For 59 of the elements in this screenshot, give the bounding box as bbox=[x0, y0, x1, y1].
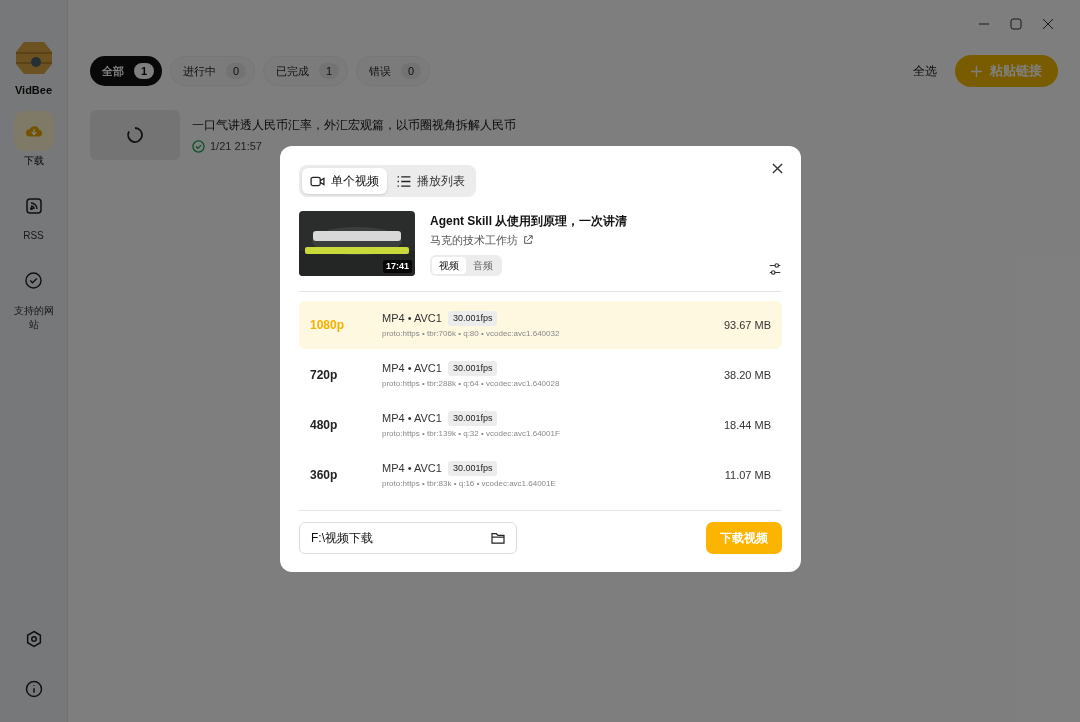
count-badge: 1 bbox=[134, 63, 154, 79]
format-label: MP4 • AVC1 bbox=[382, 361, 442, 377]
format-details: proto:https • tbr:83k • q:16 • vcodec:avc1.64001E bbox=[382, 477, 557, 490]
maximize-icon[interactable] bbox=[1010, 18, 1022, 30]
fps-badge: 30.001fps bbox=[447, 361, 498, 376]
file-size: 93.67 MB bbox=[723, 317, 771, 333]
fps-badge: 30.001fps bbox=[447, 461, 498, 476]
fps-badge: 30.001fps bbox=[447, 311, 498, 326]
channel-link[interactable]: 马克的技术工作坊 bbox=[430, 232, 518, 249]
format-details: proto:https • tbr:706k • q:80 • vcodec:avc1.640032 bbox=[382, 327, 561, 340]
plus-icon bbox=[971, 65, 982, 77]
resolution-label: 1080p bbox=[310, 317, 346, 334]
file-size: 18.44 MB bbox=[723, 417, 771, 433]
format-label: MP4 • AVC1 bbox=[382, 461, 442, 477]
sidebar-item[interactable]: RSS bbox=[3, 185, 64, 253]
count-badge: 1 bbox=[319, 63, 339, 79]
fps-badge: 30.001fps bbox=[447, 411, 498, 426]
close-icon[interactable] bbox=[772, 163, 783, 174]
check-circle-icon bbox=[25, 272, 42, 289]
info-icon[interactable] bbox=[24, 680, 43, 698]
resolution-label: 480p bbox=[310, 417, 339, 434]
filter-tab[interactable]: 错误 0 bbox=[356, 56, 430, 86]
folder-icon[interactable] bbox=[491, 532, 505, 544]
loading-spinner-icon bbox=[126, 126, 144, 144]
count-badge: 0 bbox=[226, 63, 246, 79]
rss-icon bbox=[25, 197, 42, 214]
save-path-field[interactable]: F:\视频下载 bbox=[299, 522, 517, 554]
format-details: proto:https • tbr:139k • q:32 • vcodec:avc1.64001F bbox=[382, 427, 561, 440]
external-link-icon bbox=[523, 235, 533, 246]
file-size: 11.07 MB bbox=[724, 467, 771, 483]
format-label: MP4 • AVC1 bbox=[382, 411, 442, 427]
format-label: MP4 • AVC1 bbox=[382, 311, 442, 327]
format-row[interactable]: 360p MP4 • AVC1 30.001fps proto:https • tbr:83k • q:16 • vcodec:avc1.64001E 11.07 MB bbox=[299, 451, 782, 499]
resolution-label: 720p bbox=[310, 367, 339, 384]
format-row[interactable]: 720p MP4 • AVC1 30.001fps proto:https • tbr:288k • q:64 • vcodec:avc1.640028 38.20 MB bbox=[299, 351, 782, 399]
list-icon bbox=[397, 175, 411, 187]
resolution-label: 360p bbox=[310, 467, 339, 484]
select-all-button[interactable]: 全选 bbox=[913, 62, 937, 80]
filter-tab[interactable]: 全部 1 bbox=[90, 56, 162, 86]
mode-tab[interactable]: 单个视频 bbox=[302, 168, 387, 194]
settings-icon[interactable] bbox=[24, 630, 43, 648]
app-name: VidBee bbox=[14, 83, 53, 98]
format-type-tab[interactable]: 音频 bbox=[466, 256, 500, 274]
filter-tab[interactable]: 已完成 1 bbox=[263, 56, 348, 86]
count-badge: 0 bbox=[401, 63, 421, 79]
format-details: proto:https • tbr:288k • q:64 • vcodec:avc1.640028 bbox=[382, 377, 561, 390]
download-title: 一口气讲透人民币汇率，外汇宏观篇，以币圈视角拆解人民币 bbox=[192, 117, 516, 134]
filter-tab[interactable]: 进行中 0 bbox=[170, 56, 255, 86]
sliders-icon[interactable] bbox=[768, 261, 782, 276]
mode-tab[interactable]: 播放列表 bbox=[389, 168, 473, 194]
format-row[interactable]: 1080p MP4 • AVC1 30.001fps proto:https • tbr:706k • q:80 • vcodec:avc1.640032 93.67 MB bbox=[299, 301, 782, 349]
file-size: 38.20 MB bbox=[723, 367, 771, 383]
sidebar-item[interactable]: 下载 bbox=[3, 110, 64, 178]
video-title: Agent Skill 从使用到原理，一次讲清 bbox=[430, 213, 629, 230]
sidebar-item[interactable]: 支持的网站 bbox=[3, 260, 64, 342]
format-row[interactable]: 480p MP4 • AVC1 30.001fps proto:https • tbr:139k • q:32 • vcodec:avc1.64001F 18.44 MB bbox=[299, 401, 782, 449]
video-camera-icon bbox=[310, 175, 325, 187]
format-type-tab[interactable]: 视频 bbox=[432, 256, 466, 274]
download-time: 1/21 21:57 bbox=[210, 139, 262, 154]
